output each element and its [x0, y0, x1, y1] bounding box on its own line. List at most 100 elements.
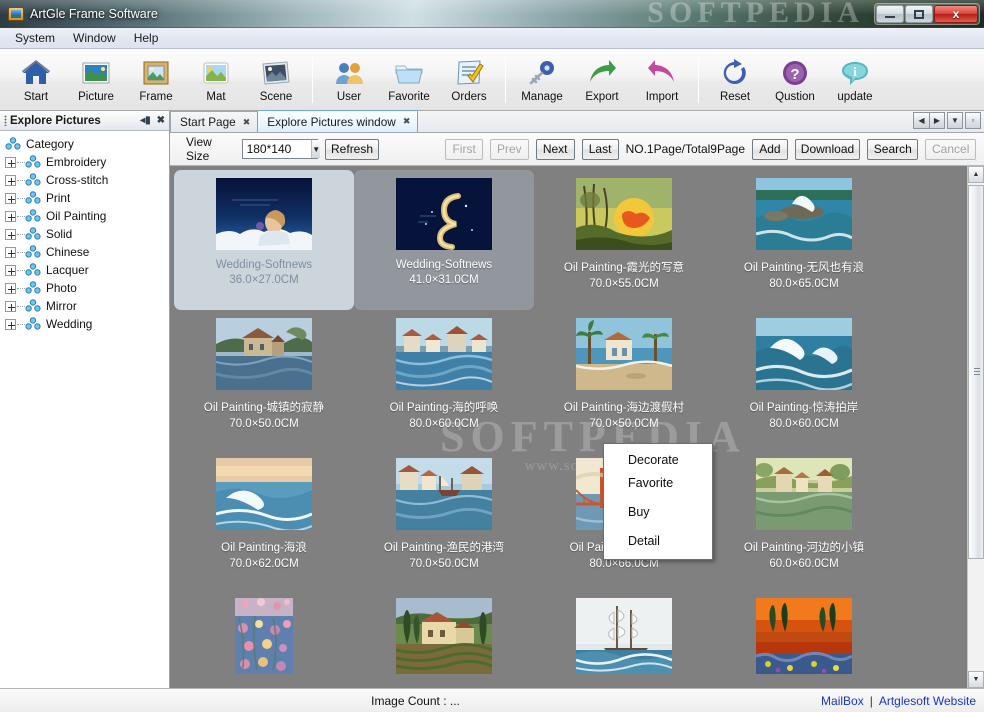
maximize-button[interactable] [905, 5, 933, 23]
gallery-item[interactable]: Oil Painting-无风也有浪 80.0×65.0CM [714, 170, 894, 310]
gallery-item[interactable]: Oil Painting-河边的小镇 60.0×60.0CM [714, 450, 894, 590]
toolbar-button-frame[interactable]: Frame [126, 52, 186, 108]
thumbnail-image[interactable] [396, 318, 492, 390]
gallery-item[interactable]: Oil Painting-惊涛拍岸 80.0×60.0CM [714, 310, 894, 450]
scrollbar-thumb[interactable] [968, 185, 984, 559]
expand-icon[interactable] [5, 210, 16, 222]
toolbar-button-import[interactable]: Import [632, 52, 692, 108]
cancel-button[interactable]: Cancel [925, 138, 976, 160]
expand-icon[interactable] [5, 246, 16, 258]
toolbar-button-update[interactable]: i update [825, 52, 885, 108]
close-icon[interactable]: ✖ [243, 117, 251, 128]
menu-item-system[interactable]: System [6, 29, 64, 47]
context-menu-item-decorate[interactable]: Decorate [604, 449, 712, 472]
minimize-button[interactable] [876, 5, 904, 23]
close-icon[interactable]: ✖ [403, 116, 411, 127]
gallery-scrollbar[interactable]: ▲ ▼ [967, 166, 984, 688]
close-icon[interactable]: ✖ [157, 115, 165, 126]
expand-icon[interactable] [5, 318, 16, 330]
tree-item-solid[interactable]: Solid [5, 225, 169, 243]
thumbnail-image[interactable] [396, 598, 492, 674]
thumbnail-image[interactable] [576, 598, 672, 674]
expand-icon[interactable] [5, 300, 16, 312]
tab-start-page[interactable]: Start Page ✖ [170, 111, 259, 132]
next-page-button[interactable]: Next [535, 138, 575, 160]
thumbnail-image[interactable] [235, 598, 293, 674]
tree-item-photo[interactable]: Photo [5, 279, 169, 297]
picture-gallery[interactable]: SOFTPEDIA www.softpedia.com [170, 166, 967, 688]
panel-grip[interactable] [4, 115, 7, 126]
caret-up-icon[interactable]: ▲ [968, 166, 984, 183]
thumbnail-image[interactable] [216, 458, 312, 530]
thumbnail-image[interactable] [576, 318, 672, 390]
thumbnail-image[interactable] [216, 178, 312, 250]
gallery-item[interactable]: Wedding-Softnews 41.0×31.0CM [354, 170, 534, 310]
tree-item-lacquer[interactable]: Lacquer [5, 261, 169, 279]
gallery-item[interactable]: Oil Painting-海浪 70.0×62.0CM [174, 450, 354, 590]
thumbnail-image[interactable] [756, 178, 852, 250]
chevron-down-icon[interactable]: ▼ [947, 112, 963, 129]
tree-item-wedding[interactable]: Wedding [5, 315, 169, 333]
tree-item-print[interactable]: Print [5, 189, 169, 207]
scrollbar-track[interactable] [968, 183, 984, 671]
add-button[interactable]: Add [752, 138, 788, 160]
tree-item-cross-stitch[interactable]: Cross-stitch [5, 171, 169, 189]
gallery-item[interactable]: Oil Painting-霞光的写意 70.0×55.0CM [534, 170, 714, 310]
tree-root-category[interactable]: Category [5, 135, 169, 153]
thumbnail-image[interactable] [756, 598, 852, 674]
tree-item-embroidery[interactable]: Embroidery [5, 153, 169, 171]
expand-icon[interactable] [5, 228, 16, 240]
thumbnail-image[interactable] [756, 458, 852, 530]
chevron-left-icon[interactable]: ◀ [913, 112, 929, 129]
gallery-item[interactable]: Oil Painting-海的呼唤 80.0×60.0CM [354, 310, 534, 450]
gallery-item[interactable] [174, 590, 354, 688]
toolbar-button-picture[interactable]: Picture [66, 52, 126, 108]
thumbnail-image[interactable] [396, 178, 492, 250]
chevron-down-icon[interactable]: ▼ [311, 140, 321, 158]
tab-explore-pictures-window[interactable]: Explore Pictures window ✖ [257, 110, 419, 132]
toolbar-button-manage[interactable]: Manage [512, 52, 572, 108]
auto-hide-icon[interactable]: ◂▮ [140, 115, 151, 126]
context-menu-item-detail[interactable]: Detail [604, 530, 712, 553]
close-button[interactable]: x [934, 5, 978, 23]
prev-page-button[interactable]: Prev [489, 138, 529, 160]
gallery-item[interactable]: Wedding-Softnews 36.0×27.0CM [174, 170, 354, 310]
refresh-button[interactable]: Refresh [324, 138, 380, 160]
search-button[interactable]: Search [867, 138, 919, 160]
last-page-button[interactable]: Last [581, 138, 619, 160]
thumbnail-image[interactable] [216, 318, 312, 390]
toolbar-button-mat[interactable]: Mat [186, 52, 246, 108]
tree-item-mirror[interactable]: Mirror [5, 297, 169, 315]
gallery-item[interactable] [534, 590, 714, 688]
menu-item-help[interactable]: Help [125, 29, 168, 47]
context-menu-item-favorite[interactable]: Favorite [604, 472, 712, 495]
gallery-item[interactable] [714, 590, 894, 688]
thumbnail-image[interactable] [576, 178, 672, 250]
chevron-right-icon[interactable]: ▶ [929, 112, 945, 129]
website-link[interactable]: Artglesoft Website [879, 694, 976, 708]
caret-down-icon[interactable]: ▼ [968, 671, 984, 688]
download-button[interactable]: Download [794, 138, 861, 160]
toolbar-button-user[interactable]: User [319, 52, 379, 108]
toolbar-button-scene[interactable]: Scene [246, 52, 306, 108]
toolbar-button-orders[interactable]: Orders [439, 52, 499, 108]
first-page-button[interactable]: First [445, 138, 483, 160]
expand-icon[interactable] [5, 156, 16, 168]
gallery-item[interactable] [354, 590, 534, 688]
thumbnail-image[interactable] [396, 458, 492, 530]
toolbar-button-export[interactable]: Export [572, 52, 632, 108]
toolbar-button-question[interactable]: ? Qustion [765, 52, 825, 108]
gallery-item[interactable]: Oil Painting-渔民的港湾 70.0×50.0CM [354, 450, 534, 590]
expand-icon[interactable] [5, 192, 16, 204]
toolbar-button-favorite[interactable]: Favorite [379, 52, 439, 108]
tree-item-oil-painting[interactable]: Oil Painting [5, 207, 169, 225]
context-menu-item-buy[interactable]: Buy [604, 501, 712, 524]
gallery-item[interactable]: Oil Painting-城镇的寂静 70.0×50.0CM [174, 310, 354, 450]
menu-item-window[interactable]: Window [64, 29, 125, 47]
toolbar-button-start[interactable]: Start [6, 52, 66, 108]
view-size-select[interactable]: 180*140 ▼ [241, 139, 321, 159]
gallery-item[interactable]: Oil Painting-海边渡假村 70.0×50.0CM [534, 310, 714, 450]
tree-item-chinese[interactable]: Chinese [5, 243, 169, 261]
toolbar-button-reset[interactable]: Reset [705, 52, 765, 108]
expand-icon[interactable] [5, 174, 16, 186]
